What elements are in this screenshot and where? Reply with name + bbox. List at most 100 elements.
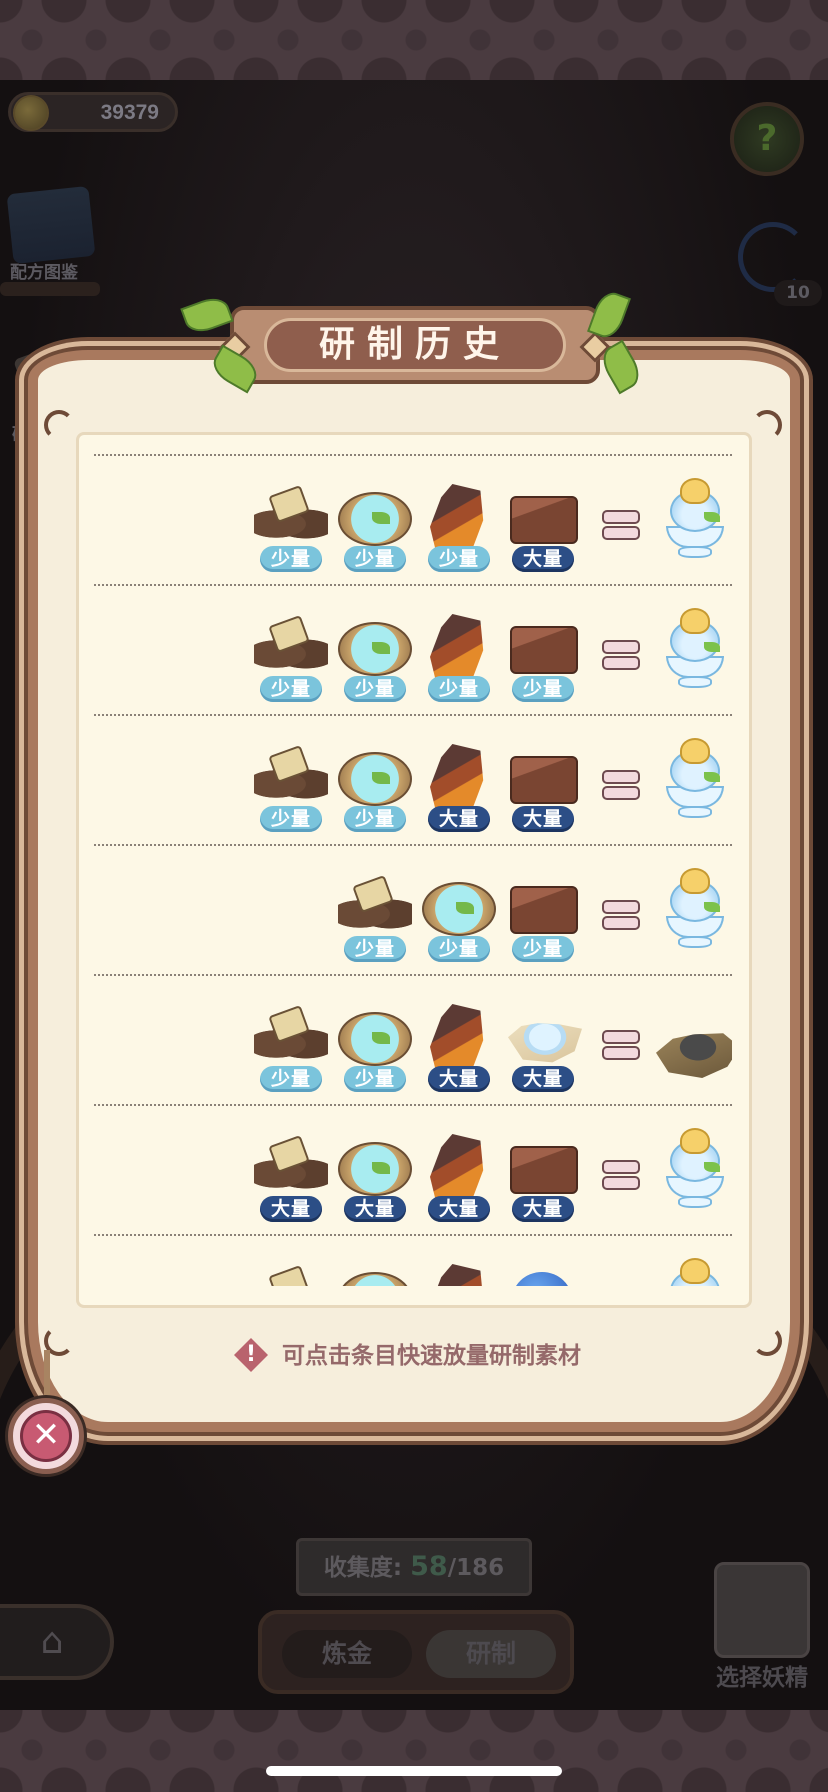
bottom-pattern-bar [0,1710,828,1792]
ingredient-slot: 大量 [504,746,580,836]
salt-ingredient-icon [508,1023,582,1063]
equals-icon [602,900,640,930]
water-ingredient-icon [338,622,412,676]
ingredient-slot: 少量 [420,484,496,576]
home-button[interactable]: ⌂ [0,1604,114,1680]
home-icon: ⌂ [40,1621,64,1662]
result-slot [656,478,728,566]
water-ingredient-icon [338,492,412,546]
history-rows: 少量 少量 少量 大量 少量 少量 少量 少量 少量 少量 大量 大量 少量 少量 少量 少量 少量 大量 大量 大量… [94,454,732,1286]
close-button[interactable]: ✕ [8,1398,84,1474]
ingredient-slot: 大量 [336,1136,412,1226]
equals-icon [602,640,640,670]
history-row[interactable]: 少量 少量 大量 大量 [94,714,732,844]
history-row[interactable]: 大量 大量 大量 大量 [94,1104,732,1234]
brick-ingredient-icon [510,756,578,804]
equals-icon [602,1030,640,1060]
mode-tab-bar: 炼金 研制 [258,1610,574,1694]
quantity-badge: 大量 [428,1066,490,1092]
quantity-badge: 少量 [260,676,322,702]
collection-label: 收集度: [323,1555,403,1581]
water-ingredient-icon [338,1272,412,1286]
quantity-badge: 大量 [512,546,574,572]
quantity-badge: 少量 [512,676,574,702]
recipe-book-icon[interactable] [6,185,96,265]
collection-value: 58 [410,1551,448,1582]
coal-result-icon [656,1033,732,1078]
quantity-badge: 大量 [512,1196,574,1222]
tab-alchemy[interactable]: 炼金 [282,1630,412,1678]
side-shelf [0,282,100,296]
frame-corner-ornament [44,410,74,440]
help-button[interactable]: ? [730,102,804,176]
ingredient-slot: 少量 [252,486,328,576]
ingredient-slot: 少量 [336,876,412,966]
result-slot [656,608,728,696]
ingredient-slot: 少量 [252,1006,328,1096]
quantity-badge: 少量 [260,806,322,832]
crystal-ingredient-icon [430,744,484,810]
water-ingredient-icon [338,1142,412,1196]
history-row[interactable]: 少量 少量 少量 [94,844,732,974]
water-ingredient-icon [422,882,496,936]
icecream-result-icon [662,478,726,562]
result-slot [656,1128,728,1216]
ingredient-slot: 少量 [420,876,496,966]
ingredient-slot: 大量 [252,1136,328,1226]
coin-icon [13,95,49,131]
frame-corner-ornament [752,410,782,440]
collection-progress: 收集度: 58/186 [296,1538,532,1596]
quantity-badge: 大量 [512,1066,574,1092]
icecream-result-icon [662,608,726,692]
mud-ingredient-icon [254,1020,328,1060]
tab-craft[interactable]: 研制 [426,1630,556,1678]
crystal-ingredient-icon [430,1134,484,1200]
quantity-badge: 少量 [428,676,490,702]
ingredient-slot: 少量 [336,616,412,706]
ingredient-slot: 大量 [504,1136,580,1226]
result-slot [656,868,728,956]
ingredient-slot: 大量 [420,1004,496,1096]
brick-ingredient-icon [510,496,578,544]
quantity-badge: 少量 [344,936,406,962]
close-x-icon: ✕ [20,1410,72,1462]
history-row[interactable]: 少量 少量 少量 大量 [94,454,732,584]
title-banner: 研制历史 [219,306,611,384]
collection-total: /186 [447,1555,505,1581]
ingredient-slot [336,1266,412,1286]
mud-ingredient-icon [254,1150,328,1190]
icecream-result-icon [662,738,726,822]
water-ingredient-icon [338,1012,412,1066]
crystal-ingredient-icon [430,1264,484,1286]
quantity-badge: 少量 [344,1066,406,1092]
ingredient-slot: 大量 [420,744,496,836]
history-row[interactable]: 少量 少量 少量 少量 [94,584,732,714]
side-label: 研 [12,425,29,445]
select-fairy-button[interactable] [714,1562,810,1658]
ingredient-slot [252,1266,328,1286]
recipe-book-label: 配方图鉴 [10,263,78,283]
history-row[interactable] [94,1234,732,1286]
quantity-badge: 少量 [344,676,406,702]
brick-ingredient-icon [510,1146,578,1194]
coin-counter: 39379 [8,92,178,132]
mud-ingredient-icon [254,630,328,670]
ingredient-slot [504,1266,580,1286]
ingredient-slot [420,1264,496,1286]
quantity-badge: 大量 [260,1196,322,1222]
crystal-ingredient-icon [430,1004,484,1070]
mud-ingredient-icon [338,890,412,930]
mud-ingredient-icon [254,500,328,540]
ingredient-slot: 大量 [504,486,580,576]
icecream-result-icon [662,1128,726,1212]
equals-icon [602,510,640,540]
quantity-badge: 大量 [512,806,574,832]
ingredient-slot: 少量 [252,616,328,706]
bulb-count: 10 [774,280,822,306]
equals-icon [602,770,640,800]
quantity-badge: 少量 [344,546,406,572]
home-indicator[interactable] [266,1766,562,1776]
modal-title: 研制历史 [264,318,566,372]
history-row[interactable]: 少量 少量 大量 大量 [94,974,732,1104]
ingredient-slot: 少量 [336,1006,412,1096]
